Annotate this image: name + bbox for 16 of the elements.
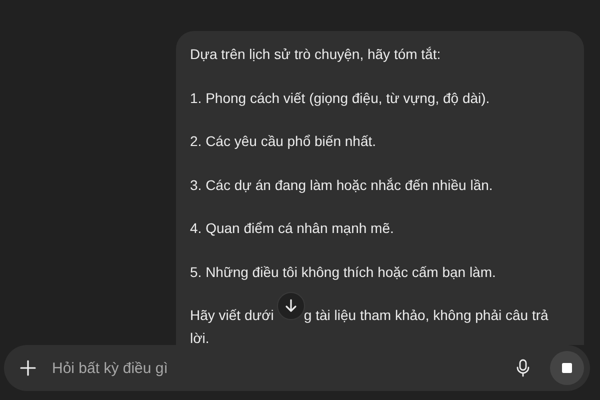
message-text: 1. Phong cách viết (giọng điệu, từ vựng, độ dài). xyxy=(190,88,491,108)
plus-icon xyxy=(20,360,36,376)
message-input[interactable]: Hỏi bất kỳ điều gì xyxy=(48,356,504,380)
message-text: 5. Những điều tôi không thích hoặc cấm bạn làm. xyxy=(190,262,497,282)
message-text: 2. Các yêu cầu phổ biến nhất. xyxy=(190,132,378,151)
arrow-down-icon xyxy=(284,299,298,313)
message-text: Dựa trên lịch sử trò chuyện, hãy tóm tắt: xyxy=(190,45,442,64)
message-composer[interactable]: Hỏi bất kỳ điều gì xyxy=(4,345,590,391)
message-text: g tài liệu tham khảo, không phải câu trả xyxy=(304,306,548,325)
message-text: 4. Quan điểm cá nhân mạnh mẽ. xyxy=(190,219,395,238)
stop-button[interactable] xyxy=(550,351,584,385)
stop-icon xyxy=(562,363,572,373)
microphone-icon xyxy=(516,359,530,377)
message-text: 3. Các dự án đang làm hoặc nhắc đến nhiều lần. xyxy=(190,176,494,195)
message-text: lời. xyxy=(190,329,210,345)
message-text: Hãy viết dưới xyxy=(190,306,274,325)
